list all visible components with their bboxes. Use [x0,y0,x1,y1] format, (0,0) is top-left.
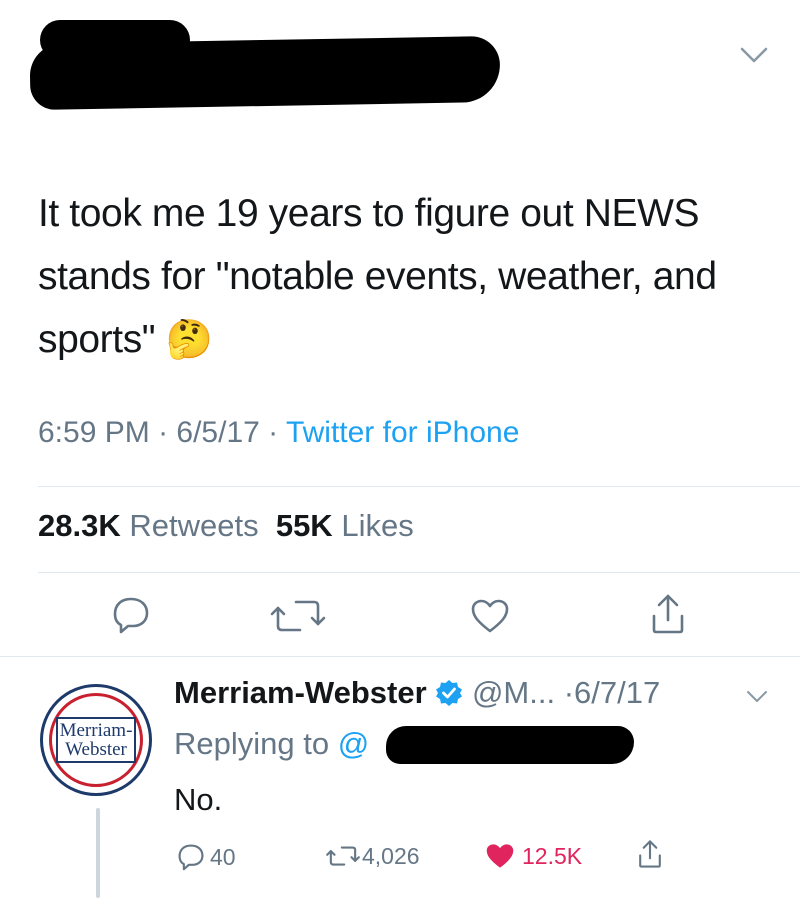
avatar-ring: Merriam- Webster [49,693,143,787]
tweet-source-link[interactable]: Twitter for iPhone [286,416,519,449]
reply-count: 40 [210,843,236,870]
thread-line [96,808,100,898]
reply-text: No. [174,782,223,817]
merriam-webster-logo: Merriam- Webster [55,717,137,763]
like-icon[interactable] [470,598,510,634]
reply-action[interactable]: 40 [176,842,236,872]
tweet-stats: 28.3K Retweets 55K Likes [38,508,414,544]
chevron-down-icon[interactable] [746,690,768,704]
share-icon[interactable] [636,838,664,870]
reply-icon [178,844,204,871]
replying-to-handle[interactable]: @ [338,726,369,761]
share-icon[interactable] [648,592,688,636]
tweet-body: It took me 19 years to figure out NEWS s… [38,192,717,361]
replying-to: Replying to @ [174,726,370,761]
reply-icon[interactable] [110,594,152,636]
tweet-meta: 6:59 PM · 6/5/17 · Twitter for iPhone [38,416,520,449]
retweet-count: 4,026 [362,842,420,869]
reply-author-handle: @M... [471,675,556,710]
retweets-stat[interactable]: 28.3K Retweets [38,508,259,543]
tweet-text: It took me 19 years to figure out NEWS s… [38,182,758,372]
avatar[interactable]: Merriam- Webster [40,684,152,796]
reply-header: Merriam-Webster @M... ·6/7/17 [174,675,661,710]
divider [38,486,800,487]
redacted-author-name-scribble [40,20,190,60]
tweet-date: 6/5/17 [176,416,260,449]
heart-filled-icon [486,844,514,868]
chevron-down-icon[interactable] [740,46,768,64]
retweet-action[interactable]: 4,026 [326,842,420,870]
thinking-face-emoji: 🤔 [165,319,213,361]
redacted-handle [386,726,634,764]
likes-stat[interactable]: 55K Likes [276,508,414,543]
tweet-time: 6:59 PM [38,416,150,449]
like-count: 12.5K [522,842,583,869]
retweet-icon[interactable] [270,596,326,636]
divider [38,572,800,573]
divider [0,656,800,657]
reply-author-name[interactable]: Merriam-Webster [174,675,427,710]
retweet-icon [326,846,360,866]
verified-icon [436,680,463,706]
reply-date: 6/7/17 [574,675,661,710]
like-action[interactable]: 12.5K [484,842,582,870]
